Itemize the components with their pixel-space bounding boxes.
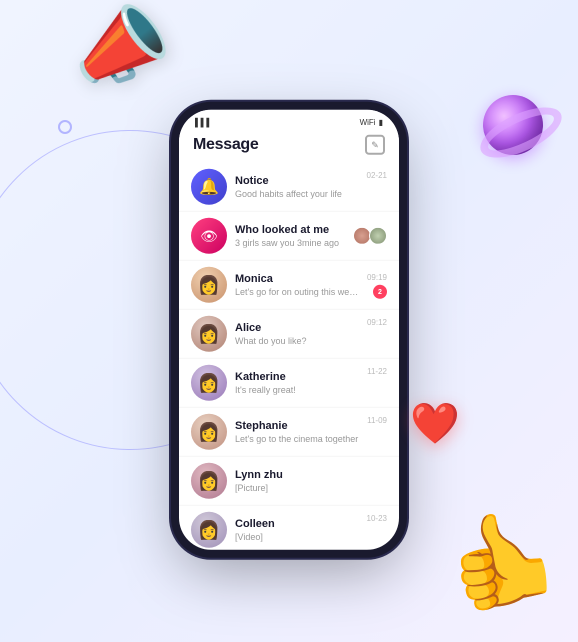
- planet-decoration: [468, 80, 558, 170]
- app-title: Message: [193, 136, 259, 154]
- avatar: 👩: [191, 267, 227, 303]
- message-content: Colleen [Video]: [235, 518, 359, 542]
- unread-badge: 2: [373, 285, 387, 299]
- status-icons: WiFi ▮: [360, 118, 383, 127]
- eye-icon: 👁: [200, 227, 218, 244]
- message-content: Monica Let's go for on outing this weeke…: [235, 273, 359, 297]
- orbit-dot: [58, 120, 72, 134]
- app-header: Message ✎: [179, 131, 399, 163]
- list-item[interactable]: 👩 Alice What do you like? 09:12: [179, 310, 399, 359]
- list-item[interactable]: 👩 Stephanie Let's go to the cinema toget…: [179, 408, 399, 457]
- avatar-image: 👩: [198, 472, 220, 490]
- message-time: 09:12: [367, 318, 387, 327]
- avatar: 👩: [191, 463, 227, 499]
- message-preview: Let's go to the cinema together: [235, 434, 359, 444]
- phone-frame: ▌▌▌ WiFi ▮ Message ✎ 🔔 Notice Good habit…: [179, 110, 399, 550]
- message-preview: [Picture]: [235, 483, 387, 493]
- message-content: Katherine It's really great!: [235, 371, 359, 395]
- message-content: Who looked at me 3 girls saw you 3mine a…: [235, 224, 345, 248]
- message-content: Notice Good habits affect your life: [235, 175, 359, 199]
- viewer-avatar: [369, 227, 387, 245]
- avatar: 👩: [191, 414, 227, 450]
- list-item[interactable]: 🔔 Notice Good habits affect your life 02…: [179, 163, 399, 212]
- contact-name: Who looked at me: [235, 224, 345, 236]
- message-preview: It's really great!: [235, 385, 359, 395]
- hand-decoration: 👍: [438, 498, 567, 621]
- battery-icon: ▮: [379, 118, 383, 127]
- avatar: 👁: [191, 218, 227, 254]
- planet-sphere: [483, 95, 543, 155]
- avatar-image: 👩: [198, 521, 220, 539]
- message-content: Alice What do you like?: [235, 322, 359, 346]
- message-list: 🔔 Notice Good habits affect your life 02…: [179, 163, 399, 550]
- list-item[interactable]: 👁 Who looked at me 3 girls saw you 3mine…: [179, 212, 399, 261]
- contact-name: Katherine: [235, 371, 359, 383]
- avatar-image: 👩: [198, 423, 220, 441]
- message-time: 02-21: [367, 171, 387, 180]
- message-content: Lynn zhu [Picture]: [235, 469, 387, 493]
- wifi-icon: WiFi: [360, 118, 376, 127]
- message-preview: What do you like?: [235, 336, 359, 346]
- avatar: 👩: [191, 365, 227, 401]
- contact-name: Notice: [235, 175, 359, 187]
- message-time: 11-09: [367, 416, 387, 425]
- list-item[interactable]: 👩 Lynn zhu [Picture]: [179, 457, 399, 506]
- avatar: 👩: [191, 316, 227, 352]
- avatar-image: 👩: [198, 276, 220, 294]
- contact-name: Alice: [235, 322, 359, 334]
- contact-name: Monica: [235, 273, 359, 285]
- message-content: Stephanie Let's go to the cinema togethe…: [235, 420, 359, 444]
- list-item[interactable]: 👩 Monica Let's go for on outing this wee…: [179, 261, 399, 310]
- contact-name: Stephanie: [235, 420, 359, 432]
- signal-icon: ▌▌▌: [195, 118, 212, 127]
- message-preview: Let's go for on outing this weekend-: [235, 287, 359, 297]
- message-preview: [Video]: [235, 532, 359, 542]
- compose-icon: ✎: [371, 139, 379, 150]
- megaphone-decoration: 📣: [60, 0, 181, 105]
- contact-name: Colleen: [235, 518, 359, 530]
- message-time: 09:19: [367, 273, 387, 282]
- message-preview: Good habits affect your life: [235, 189, 359, 199]
- avatar-image: 👩: [198, 374, 220, 392]
- avatar: 👩: [191, 512, 227, 548]
- message-time: 11-22: [367, 367, 387, 376]
- message-preview: 3 girls saw you 3mine ago: [235, 238, 345, 248]
- list-item[interactable]: 👩 Katherine It's really great! 11-22: [179, 359, 399, 408]
- avatar-image: 👩: [198, 325, 220, 343]
- list-item[interactable]: 👩 Colleen [Video] 10-23: [179, 506, 399, 550]
- message-time: 10-23: [367, 514, 387, 523]
- avatar: 🔔: [191, 169, 227, 205]
- contact-name: Lynn zhu: [235, 469, 387, 481]
- status-bar: ▌▌▌ WiFi ▮: [179, 110, 399, 131]
- heart-decoration: ❤️: [410, 400, 460, 447]
- notice-icon: 🔔: [199, 177, 219, 197]
- compose-button[interactable]: ✎: [365, 135, 385, 155]
